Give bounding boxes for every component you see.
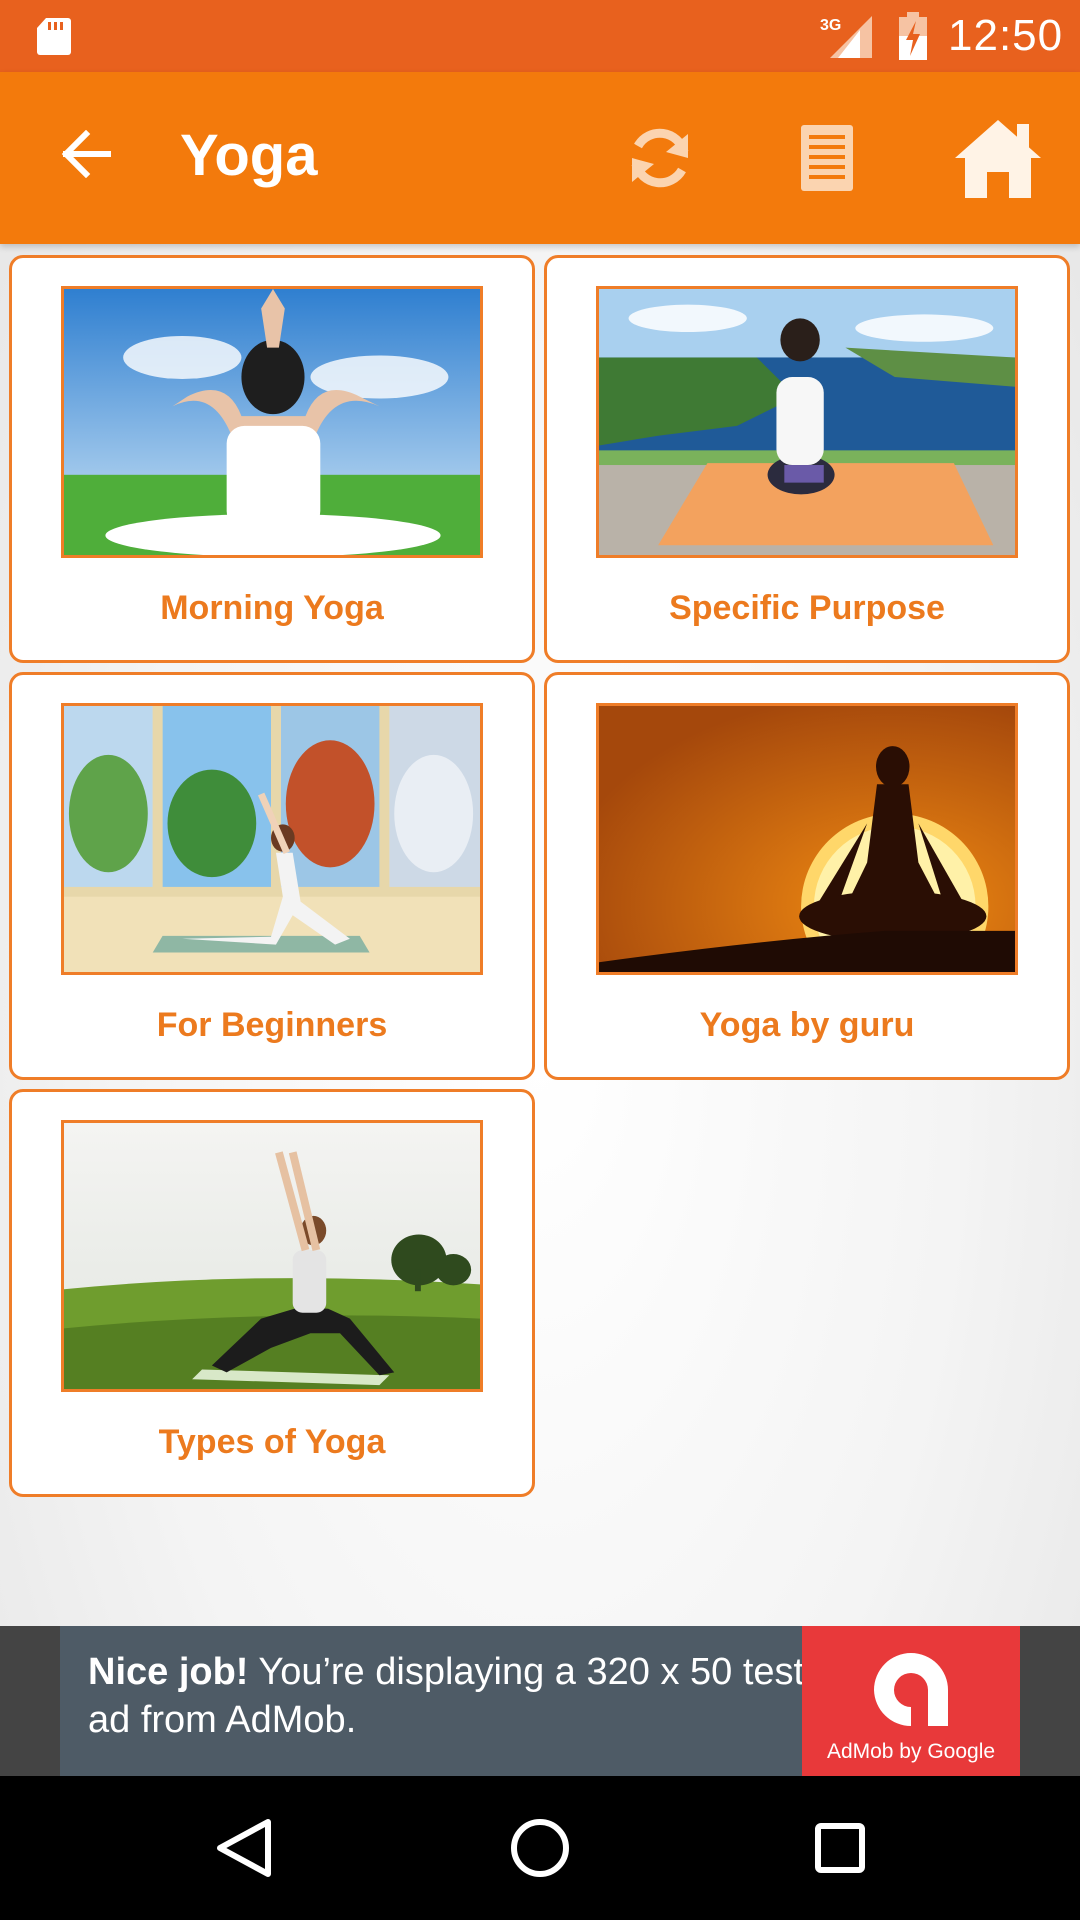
nav-home-icon[interactable] — [504, 1812, 576, 1884]
category-label: Specific Purpose — [669, 589, 945, 627]
admob-logo: AdMob by Google — [802, 1626, 1020, 1776]
home-button[interactable] — [948, 110, 1048, 206]
category-label: Morning Yoga — [160, 589, 384, 627]
morning-yoga-image — [61, 286, 483, 558]
signal-icon: 3G — [820, 16, 872, 58]
category-card-specific-purpose[interactable]: Specific Purpose — [544, 255, 1070, 663]
page-title: Yoga — [180, 123, 318, 188]
refresh-button[interactable] — [620, 110, 700, 206]
category-label: For Beginners — [156, 1006, 388, 1044]
status-clock: 12:50 — [948, 11, 1064, 60]
status-bar: 3G 12:50 — [0, 0, 1080, 72]
system-navigation-bar — [0, 1776, 1080, 1920]
specific-purpose-image — [596, 286, 1018, 558]
battery-charging-icon — [899, 12, 927, 60]
refresh-icon — [631, 128, 689, 188]
nav-back-icon[interactable] — [206, 1812, 278, 1884]
category-card-yoga-by-guru[interactable]: Yoga by guru — [544, 672, 1070, 1080]
yoga-by-guru-image — [596, 703, 1018, 975]
back-arrow-icon — [61, 130, 111, 178]
category-label: Types of Yoga — [158, 1423, 386, 1461]
category-card-for-beginners[interactable]: For Beginners — [9, 672, 535, 1080]
ad-text: Nice job! You’re displaying a 320 x 50 t… — [88, 1648, 808, 1744]
category-card-types-of-yoga[interactable]: Types of Yoga — [9, 1089, 535, 1497]
category-label: Yoga by guru — [699, 1006, 915, 1044]
nav-recents-icon[interactable] — [804, 1812, 876, 1884]
category-card-morning-yoga[interactable]: Morning Yoga — [9, 255, 535, 663]
ad-headline: Nice job! — [88, 1651, 249, 1693]
admob-test-ad[interactable]: Nice job! You’re displaying a 320 x 50 t… — [60, 1626, 1020, 1776]
types-of-yoga-image — [61, 1120, 483, 1392]
ad-container: Nice job! You’re displaying a 320 x 50 t… — [0, 1626, 1080, 1776]
admob-logo-icon — [874, 1653, 948, 1726]
network-type-label: 3G — [820, 17, 841, 34]
list-icon — [801, 125, 853, 191]
home-icon — [955, 120, 1041, 198]
app-bar: Yoga — [0, 72, 1080, 244]
admob-logo-text: AdMob by Google — [826, 1740, 996, 1763]
list-button[interactable] — [792, 110, 862, 206]
back-button[interactable] — [52, 120, 120, 188]
sd-card-icon — [37, 18, 71, 55]
for-beginners-image — [61, 703, 483, 975]
